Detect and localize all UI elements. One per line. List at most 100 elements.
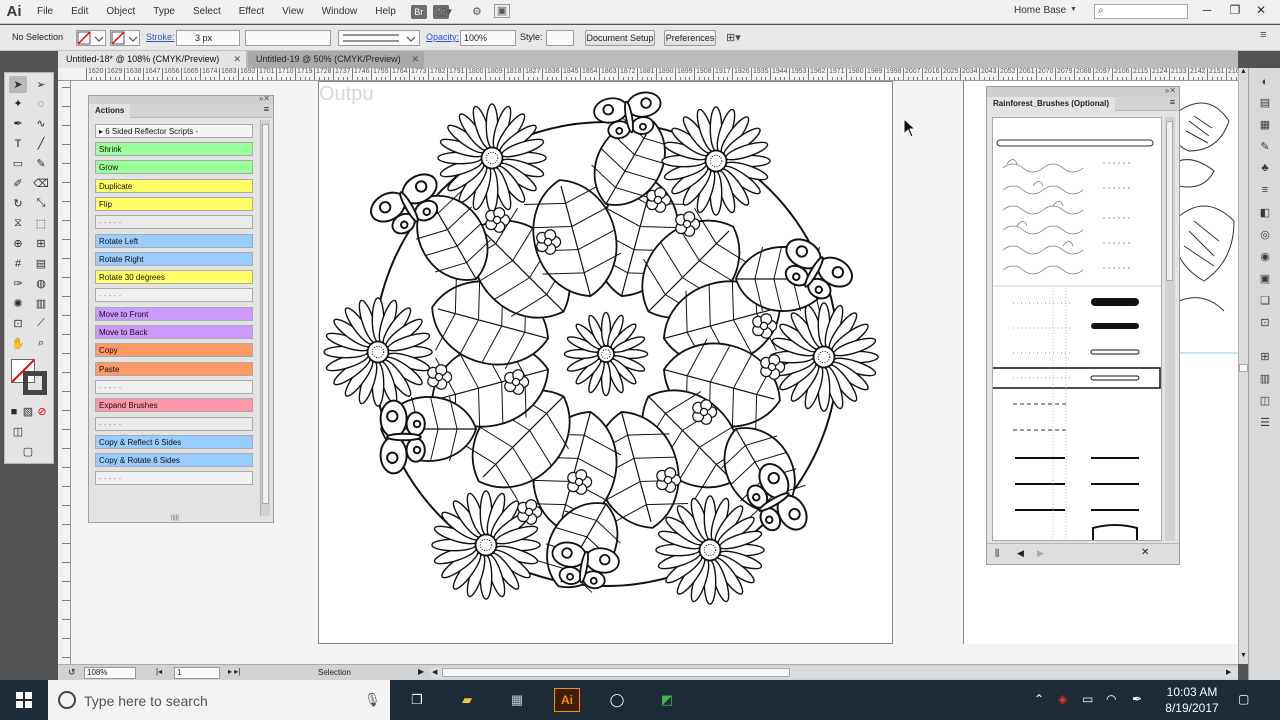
menu-type[interactable]: Type: [144, 6, 184, 17]
scroll-up-icon[interactable]: ▲: [1239, 68, 1248, 78]
vertical-scrollbar[interactable]: ▲ ▼: [1238, 68, 1248, 664]
opacity-input[interactable]: 100%: [460, 30, 516, 46]
graph-tool-icon[interactable]: ▥: [32, 295, 50, 312]
symbols-icon[interactable]: ♣: [1257, 160, 1273, 176]
action-item[interactable]: Move to Back: [95, 325, 253, 339]
eyedropper-icon[interactable]: ✑: [9, 275, 27, 292]
artboards-icon[interactable]: ⊡: [1257, 314, 1273, 330]
blend-tool-icon[interactable]: ◍: [32, 275, 50, 292]
brushes-scrollbar[interactable]: [1165, 117, 1175, 541]
notifications-icon[interactable]: ▢: [1238, 692, 1249, 706]
menu-effect[interactable]: Effect: [230, 6, 273, 17]
brush-definition-select[interactable]: [338, 30, 420, 46]
shape-builder-icon[interactable]: ⊕: [9, 235, 27, 252]
scroll-down-icon[interactable]: ▼: [1239, 652, 1248, 662]
brush-list[interactable]: [992, 117, 1162, 541]
action-item[interactable]: Move to Front: [95, 306, 253, 321]
gradient-tool-icon[interactable]: ▤: [32, 255, 50, 272]
action-item[interactable]: Duplicate: [95, 178, 253, 193]
menu-select[interactable]: Select: [184, 6, 230, 17]
color-guide-icon[interactable]: ▤: [1257, 94, 1273, 110]
brushes-scroll-thumb[interactable]: [1166, 121, 1173, 281]
artboard-tool-icon[interactable]: ⊡: [9, 315, 27, 332]
sync-icon[interactable]: ▣: [494, 4, 510, 18]
menu-edit[interactable]: Edit: [62, 6, 97, 17]
panel-header[interactable]: »✕: [987, 86, 1179, 97]
action-item[interactable]: Rotate 30 degrees: [95, 270, 253, 285]
action-item[interactable]: - - - - -: [95, 416, 253, 431]
none-mode-icon[interactable]: ⊘: [36, 403, 48, 420]
close-icon[interactable]: ✕: [1252, 3, 1270, 19]
status-menu-icon[interactable]: ▶: [418, 667, 424, 676]
menu-object[interactable]: Object: [97, 6, 144, 17]
delete-brush-icon[interactable]: ✕: [1141, 547, 1149, 558]
first-artboard-icon[interactable]: |◂: [156, 667, 162, 676]
wifi-icon[interactable]: ◠: [1106, 692, 1116, 706]
lasso-icon[interactable]: ◌: [32, 95, 50, 112]
draw-mode-icon[interactable]: ◫: [9, 423, 27, 440]
gradient-icon[interactable]: ◧: [1257, 204, 1273, 220]
restore-icon[interactable]: ❐: [1226, 3, 1244, 19]
eraser-icon[interactable]: ⌫: [32, 175, 50, 192]
stroke-color-icon[interactable]: [23, 371, 47, 395]
close-icon[interactable]: ✕: [233, 51, 241, 68]
selection-tool-icon[interactable]: ➤: [9, 76, 27, 93]
scale-tool-icon[interactable]: ⤡: [32, 195, 50, 212]
action-item[interactable]: - - - - -: [95, 215, 253, 230]
transparency-icon[interactable]: ◎: [1257, 226, 1273, 242]
links-icon[interactable]: ☰: [1257, 414, 1273, 430]
menu-help[interactable]: Help: [366, 6, 405, 17]
paintbrush-icon[interactable]: ✎: [32, 155, 50, 172]
stroke-icon[interactable]: ≡: [1257, 182, 1273, 198]
close-icon[interactable]: ✕: [411, 51, 419, 68]
panel-menu-icon[interactable]: ≡: [1170, 97, 1175, 107]
preferences-button[interactable]: Preferences: [664, 30, 716, 46]
hand-tool-icon[interactable]: ✋: [9, 335, 27, 352]
tab-rainforest-brushes[interactable]: Rainforest_Brushes (Optional): [987, 97, 1116, 111]
action-item[interactable]: Copy & Reflect 6 Sides: [95, 434, 253, 449]
document-setup-button[interactable]: Document Setup: [585, 30, 655, 46]
action-item[interactable]: Rotate Right: [95, 251, 253, 266]
action-item[interactable]: - - - - -: [95, 288, 253, 303]
perspective-grid-icon[interactable]: ⊞: [32, 235, 50, 252]
clock[interactable]: 10:03 AM 8/19/2017: [1160, 684, 1224, 716]
menu-view[interactable]: View: [273, 6, 313, 17]
resize-grip-icon[interactable]: |||||: [171, 515, 179, 521]
vertical-scroll-thumb[interactable]: [1239, 364, 1248, 372]
artboard-number-select[interactable]: 1: [174, 667, 220, 679]
brushes-icon[interactable]: ✎: [1257, 138, 1273, 154]
type-tool-icon[interactable]: T: [9, 135, 27, 152]
free-transform-icon[interactable]: ⬚: [32, 215, 50, 232]
fill-swatch[interactable]: [76, 30, 106, 46]
layers-icon[interactable]: ❏: [1257, 292, 1273, 308]
rotate-tool-icon[interactable]: ↻: [9, 195, 27, 212]
color-mode-icon[interactable]: ■: [8, 403, 20, 420]
taskbar-search-input[interactable]: Type here to search 🎙: [48, 680, 390, 720]
workspace-switcher[interactable]: Home Base: [1014, 5, 1066, 16]
tab-untitled-18[interactable]: Untitled-18* @ 108% (CMYK/Preview) ✕: [58, 51, 246, 68]
screen-mode-icon[interactable]: ▢: [19, 443, 37, 460]
arrange-documents-icon[interactable]: ▦▾: [436, 5, 452, 18]
graphic-style-select[interactable]: [546, 30, 574, 46]
action-item[interactable]: Shrink: [95, 142, 253, 156]
gpu-icon[interactable]: ⚙: [472, 5, 482, 18]
zoom-tool-icon[interactable]: ⌕: [32, 335, 50, 352]
tab-untitled-19[interactable]: Untitled-19 @ 50% (CMYK/Preview) ✕: [248, 51, 424, 68]
magic-wand-icon[interactable]: ✦: [9, 95, 27, 112]
stroke-weight-input[interactable]: 3 px: [176, 30, 240, 46]
color-icon[interactable]: ◐: [1257, 74, 1273, 90]
arrange-icon[interactable]: ⊞▾: [726, 31, 741, 44]
pen-icon[interactable]: ✒: [1132, 692, 1142, 706]
battery-icon[interactable]: ▭: [1082, 692, 1093, 706]
menu-window[interactable]: Window: [313, 6, 367, 17]
tab-actions[interactable]: Actions: [89, 104, 131, 118]
action-item[interactable]: Rotate Left: [95, 233, 253, 248]
swatches-icon[interactable]: ▦: [1257, 116, 1273, 132]
help-search-input[interactable]: ⌕: [1094, 4, 1188, 19]
transform-icon[interactable]: ⊞: [1257, 348, 1273, 364]
pathfinder-icon[interactable]: ◫: [1257, 392, 1273, 408]
action-item[interactable]: Copy & Rotate 6 Sides: [95, 453, 253, 468]
action-set[interactable]: ▸ 6 Sided Reflector Scripts -: [95, 124, 253, 138]
shaper-tool-icon[interactable]: ✐: [9, 175, 27, 192]
file-explorer-icon[interactable]: ▰: [454, 688, 480, 712]
